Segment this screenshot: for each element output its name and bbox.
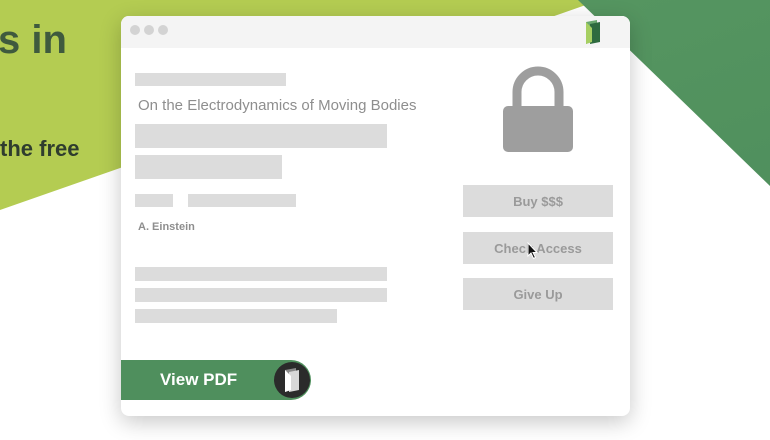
paper-author: A. Einstein: [138, 221, 195, 233]
give-up-button[interactable]: Give Up: [463, 278, 613, 310]
placeholder-bar: [135, 288, 387, 302]
view-pdf-label: View PDF: [160, 370, 238, 389]
placeholder-bar: [135, 155, 282, 179]
close-dot[interactable]: [130, 25, 140, 35]
headline-fragment: s in: [0, 18, 67, 62]
placeholder-bar: [135, 73, 286, 86]
padlock-icon: [503, 66, 573, 152]
placeholder-bar: [188, 194, 296, 207]
placeholder-bar: [135, 267, 387, 281]
buy-button[interactable]: Buy $$$: [463, 185, 613, 217]
subline-fragment: the free: [0, 136, 80, 161]
browser-window: On the Electrodynamics of Moving Bodies …: [121, 16, 630, 416]
mouse-cursor-icon: [527, 242, 539, 260]
paper-title: On the Electrodynamics of Moving Bodies: [138, 97, 417, 114]
placeholder-bar: [135, 124, 387, 148]
placeholder-bar: [135, 309, 337, 323]
window-titlebar: [121, 16, 630, 48]
minimize-dot[interactable]: [144, 25, 154, 35]
bookmark-logo-icon: [586, 20, 600, 44]
view-pdf-button[interactable]: View PDF: [121, 360, 311, 400]
bookmark-logo-icon: [274, 362, 310, 398]
zoom-dot[interactable]: [158, 25, 168, 35]
placeholder-bar: [135, 194, 173, 207]
